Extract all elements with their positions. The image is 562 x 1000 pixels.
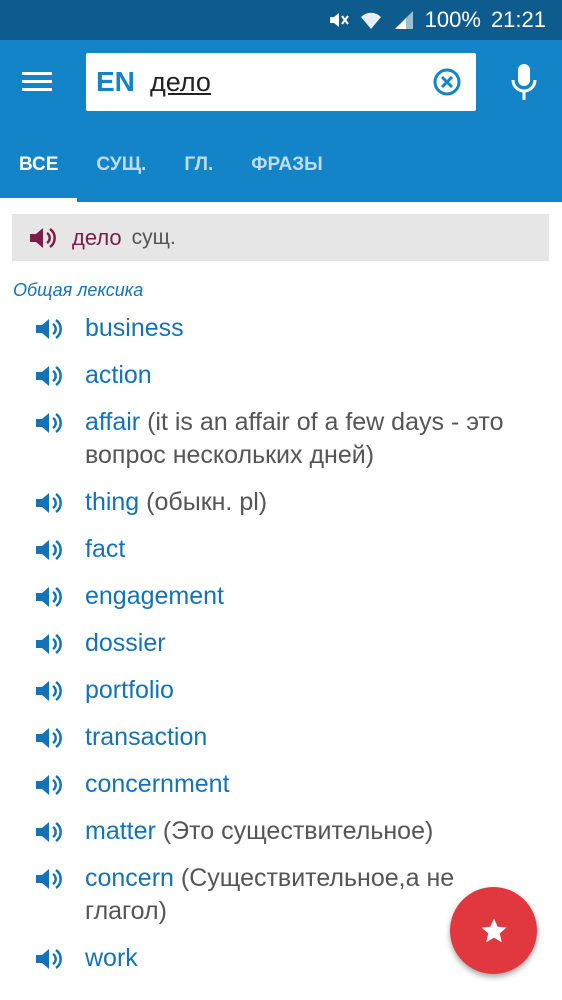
menu-icon-bar <box>22 88 52 91</box>
translation-word[interactable]: transaction <box>85 723 207 751</box>
translation-word[interactable]: concernment <box>85 770 230 798</box>
translation-word[interactable]: thing <box>85 488 139 516</box>
speaker-icon[interactable] <box>34 410 64 436</box>
tab-bar: ВСЕ СУЩ. ГЛ. ФРАЗЫ <box>0 140 562 202</box>
signal-icon <box>394 11 413 29</box>
tab-nouns[interactable]: СУЩ. <box>77 140 165 202</box>
speaker-icon[interactable] <box>34 584 64 610</box>
entry-text: affair (it is an affair of a few days - … <box>85 406 535 472</box>
entry-text: dossier <box>85 627 535 660</box>
speaker-icon[interactable] <box>34 316 64 342</box>
usage-note: (обыкн. pl) <box>146 488 268 516</box>
tab-phrases[interactable]: ФРАЗЫ <box>232 140 341 202</box>
speaker-icon[interactable] <box>34 537 64 563</box>
translation-word[interactable]: engagement <box>85 582 224 610</box>
speaker-icon[interactable] <box>34 946 64 972</box>
translation-word[interactable]: concern <box>85 864 174 892</box>
speaker-icon[interactable] <box>34 725 64 751</box>
entry-text: business <box>85 312 535 345</box>
app-bar: EN ВСЕ СУЩ. ГЛ. ФРАЗЫ <box>0 40 562 202</box>
search-box: EN <box>86 53 476 111</box>
speaker-icon[interactable] <box>34 363 64 389</box>
mic-icon[interactable] <box>508 62 540 104</box>
entry-text: transaction <box>85 721 535 754</box>
tab-verbs[interactable]: ГЛ. <box>165 140 232 202</box>
entry-text: fact <box>85 533 535 566</box>
speaker-icon[interactable] <box>34 678 64 704</box>
entry-text: concernment <box>85 768 535 801</box>
battery-level: 100% <box>424 7 481 32</box>
speaker-icon[interactable] <box>34 490 64 516</box>
menu-icon <box>22 72 52 75</box>
tab-all[interactable]: ВСЕ <box>0 140 78 202</box>
translation-word[interactable]: dossier <box>85 629 166 657</box>
search-input[interactable] <box>150 61 420 103</box>
usage-note: (it is an affair of a few days - это воп… <box>85 408 504 469</box>
section-label: Общая лексика <box>13 280 144 300</box>
clock: 21:21 <box>490 7 546 32</box>
speaker-icon[interactable] <box>34 631 64 657</box>
mute-icon <box>329 13 349 27</box>
translation-word[interactable]: matter <box>85 817 156 845</box>
translation-word[interactable]: affair <box>85 408 140 436</box>
entry-text: engagement <box>85 580 535 613</box>
favorite-button[interactable] <box>450 887 537 974</box>
speaker-icon[interactable] <box>28 225 58 251</box>
language-selector[interactable]: EN <box>96 66 135 98</box>
entry-text: portfolio <box>85 674 535 707</box>
headword: дело <box>72 224 122 250</box>
clear-icon[interactable] <box>432 67 462 97</box>
menu-button[interactable] <box>18 68 58 98</box>
speaker-icon[interactable] <box>34 819 64 845</box>
translation-word[interactable]: portfolio <box>85 676 174 704</box>
translation-word[interactable]: action <box>85 361 152 389</box>
translation-word[interactable]: business <box>85 314 184 342</box>
entry-text: thing (обыкн. pl) <box>85 486 535 519</box>
translation-word[interactable]: fact <box>85 535 125 563</box>
speaker-icon[interactable] <box>34 866 64 892</box>
star-icon <box>481 918 506 942</box>
menu-icon-bar <box>22 80 52 83</box>
speaker-icon[interactable] <box>34 772 64 798</box>
headword-bar: дело сущ. <box>12 214 549 261</box>
entry-text: action <box>85 359 535 392</box>
usage-note: (Это существительное) <box>162 817 434 845</box>
translation-word[interactable]: work <box>85 944 138 972</box>
status-bar: 100% 21:21 <box>0 0 562 40</box>
wifi-icon <box>360 12 381 29</box>
entry-text: matter (Это существительное) <box>85 815 535 848</box>
part-of-speech: сущ. <box>131 225 176 249</box>
